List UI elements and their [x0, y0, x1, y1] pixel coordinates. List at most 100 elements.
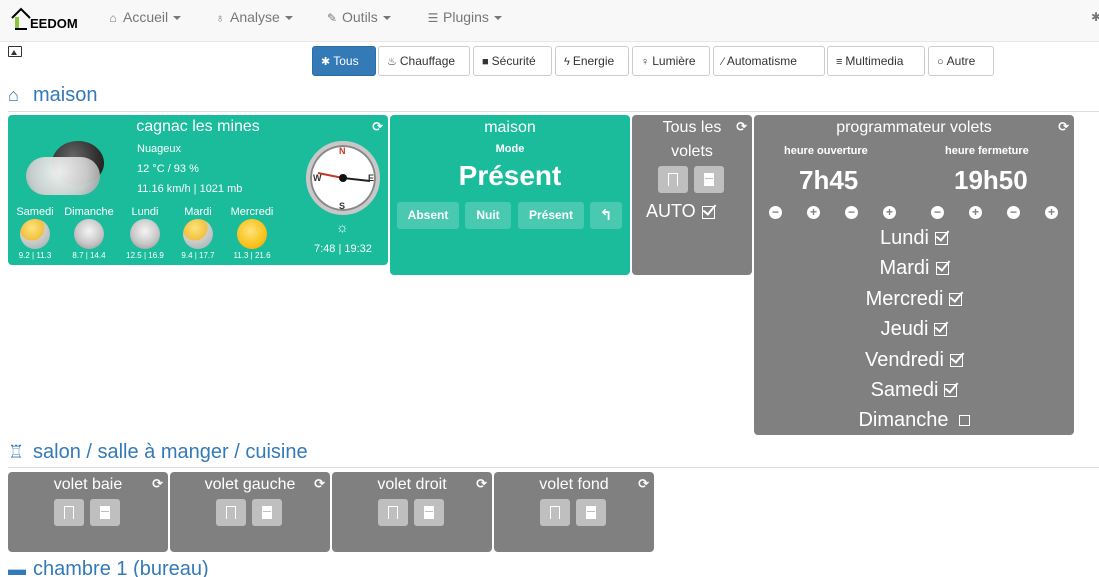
- list-icon: ☰: [427, 11, 439, 25]
- nav-outils-label: Outils: [342, 9, 378, 25]
- shutter-close-button[interactable]: [576, 499, 606, 526]
- day-toggle-mardi[interactable]: Mardi: [754, 257, 1074, 280]
- forecast-temps: 12.5 | 16.9: [126, 251, 164, 260]
- mode-present-button[interactable]: Présent: [518, 202, 584, 229]
- minus-button[interactable]: −: [1007, 206, 1020, 219]
- filter-autre-button[interactable]: ○ Autre: [928, 46, 994, 76]
- filter-label: Autre: [946, 54, 976, 68]
- filter-label: Chauffage: [399, 54, 456, 68]
- shutter-close-button[interactable]: [414, 499, 444, 526]
- minus-button[interactable]: −: [769, 206, 782, 219]
- checkbox-checked-icon: [949, 354, 963, 368]
- nav-plugins-label: Plugins: [443, 9, 489, 25]
- refresh-icon[interactable]: ⟳: [1058, 119, 1069, 135]
- shutter-open-icon: [668, 173, 678, 186]
- forecast-day: Mercredi: [230, 206, 274, 218]
- section-title-salon: ♖ salon / salle à manger / cuisine: [8, 441, 308, 464]
- day-label: Mardi: [879, 257, 930, 279]
- checkbox-checked-icon: [934, 232, 948, 246]
- filter-label: Tous: [333, 54, 359, 68]
- dining-icon: ♖: [8, 442, 25, 462]
- gear-icon[interactable]: ✱: [1091, 10, 1099, 24]
- forecast-temps: 11.3 | 21.6: [233, 251, 271, 260]
- mode-value: Présent: [458, 160, 562, 191]
- mode-nuit-button[interactable]: Nuit: [465, 202, 511, 229]
- checkbox-checked-icon: [949, 293, 963, 307]
- weather-widget: cagnac les mines ⟳ Nuageux 12 °C / 93 % …: [8, 115, 388, 265]
- mode-absent-button[interactable]: Absent: [397, 202, 459, 229]
- shutter-open-icon: [388, 506, 398, 519]
- compass-needle-icon: [317, 172, 371, 182]
- refresh-icon[interactable]: ⟳: [476, 476, 487, 492]
- shutter-open-button[interactable]: [54, 499, 84, 526]
- open-time-label: heure ouverture: [784, 145, 868, 157]
- refresh-icon[interactable]: ⟳: [152, 476, 163, 492]
- filter-securite-button[interactable]: ■ Sécurité: [473, 46, 552, 76]
- section-title-text: chambre 1 (bureau): [33, 558, 209, 577]
- close-time-value: 19h50: [954, 165, 1028, 195]
- auto-toggle[interactable]: AUTO: [646, 201, 715, 222]
- shutter-name: volet fond: [539, 476, 609, 493]
- day-toggle-samedi[interactable]: Samedi: [754, 379, 1074, 402]
- bulb-icon: ♀: [641, 56, 650, 68]
- day-toggle-dimanche[interactable]: Dimanche: [754, 409, 1074, 432]
- cloudy-sun-icon: [20, 219, 50, 249]
- open-time-value: 7h45: [799, 165, 859, 195]
- filter-tous-button[interactable]: ✱ Tous: [312, 46, 376, 76]
- day-toggle-lundi[interactable]: Lundi: [754, 227, 1074, 250]
- filter-automatisme-button[interactable]: ⁄ Automatisme: [713, 46, 825, 76]
- plus-button[interactable]: +: [1045, 206, 1058, 219]
- shutter-open-button[interactable]: [216, 499, 246, 526]
- filter-chauffage-button[interactable]: ♨ Chauffage: [378, 46, 470, 76]
- refresh-icon[interactable]: ⟳: [314, 476, 325, 492]
- shutter-widget: volet droit ⟳: [332, 472, 492, 552]
- shutter-close-button[interactable]: [252, 499, 282, 526]
- plus-button[interactable]: +: [807, 206, 820, 219]
- shutter-open-button[interactable]: [540, 499, 570, 526]
- all-shutters-title-2: volets: [671, 143, 713, 160]
- day-toggle-vendredi[interactable]: Vendredi: [754, 349, 1074, 372]
- programmer-widget: programmateur volets ⟳ heure ouverture h…: [754, 115, 1074, 435]
- shutter-open-button[interactable]: [378, 499, 408, 526]
- shutter-name: volet gauche: [204, 476, 296, 493]
- undo-button[interactable]: ↰: [590, 202, 622, 229]
- filter-multimedia-button[interactable]: ≡ Multimedia: [827, 46, 925, 76]
- cloudy-sun-icon: [183, 219, 213, 249]
- shutter-closed-icon: [424, 506, 434, 519]
- asterisk-icon: ✱: [321, 56, 331, 68]
- picture-icon[interactable]: [8, 46, 22, 57]
- forecast-day: Mardi: [184, 206, 212, 218]
- plus-button[interactable]: +: [883, 206, 896, 219]
- day-toggle-mercredi[interactable]: Mercredi: [754, 288, 1074, 311]
- refresh-icon[interactable]: ⟳: [638, 476, 649, 492]
- caret-down-icon: [493, 16, 502, 21]
- checkbox-checked-icon: [701, 205, 715, 219]
- forecast-temps: 8.7 | 14.4: [72, 251, 106, 260]
- checkbox-unchecked-icon: [958, 415, 970, 427]
- day-label: Lundi: [880, 227, 929, 249]
- shutter-close-button[interactable]: [90, 499, 120, 526]
- checkbox-checked-icon: [934, 323, 948, 337]
- filter-lumiere-button[interactable]: ♀ Lumière: [632, 46, 710, 76]
- weather-temp-humidity: 12 °C / 93 %: [137, 163, 199, 175]
- shutters-close-button[interactable]: [694, 166, 724, 193]
- refresh-icon[interactable]: ⟳: [372, 119, 383, 135]
- minus-button[interactable]: −: [845, 206, 858, 219]
- minus-button[interactable]: −: [931, 206, 944, 219]
- nav-accueil[interactable]: ⌂ Accueil: [106, 9, 182, 25]
- refresh-icon[interactable]: ⟳: [736, 119, 747, 135]
- nav-plugins[interactable]: ☰ Plugins: [426, 9, 502, 25]
- programmer-title: programmateur volets: [836, 119, 992, 136]
- plus-button[interactable]: +: [969, 206, 982, 219]
- jeedom-logo[interactable]: EEDOM: [8, 4, 80, 34]
- divider: [8, 111, 1099, 112]
- lock-icon: ■: [482, 56, 489, 68]
- day-toggle-jeudi[interactable]: Jeudi: [754, 318, 1074, 341]
- cloud-icon: [130, 219, 160, 249]
- shutters-open-button[interactable]: [658, 166, 688, 193]
- sunrise-icon: ☼: [336, 219, 349, 235]
- filter-energie-button[interactable]: ϟ Energie: [555, 46, 629, 76]
- nav-analyse[interactable]: ♁ Analyse: [213, 9, 293, 25]
- house-logo-icon: [11, 7, 31, 30]
- nav-outils[interactable]: ✎ Outils: [325, 9, 391, 25]
